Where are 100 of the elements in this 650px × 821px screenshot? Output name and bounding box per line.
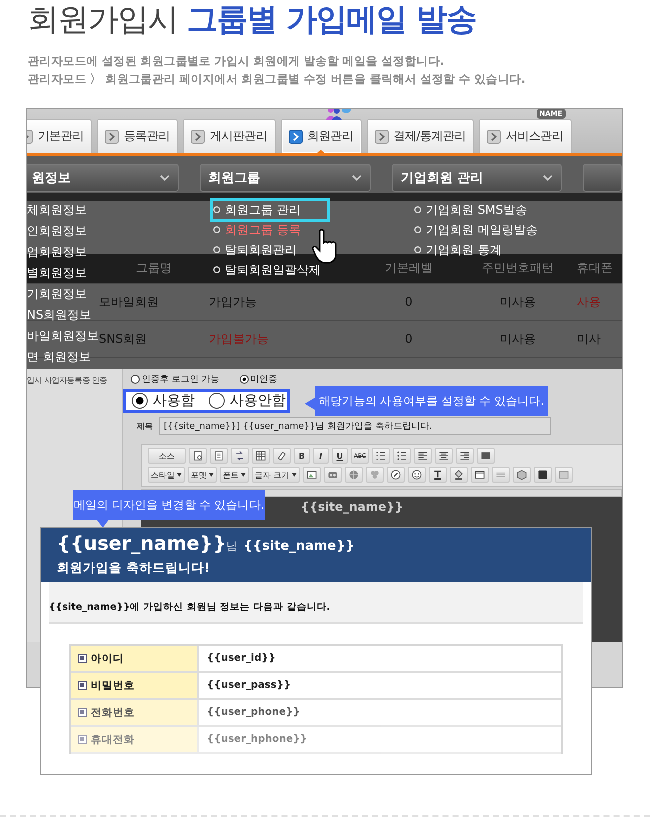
bold-button[interactable]: B [294,448,310,464]
table-cell-text: 미사용 [499,330,537,348]
numbered-list-icon[interactable] [372,448,390,464]
table-icon[interactable] [470,467,489,483]
label-text: 아이디 [91,652,124,666]
menu-item[interactable]: 면 회원정보 [27,348,99,366]
film-icon[interactable] [324,467,342,483]
field-label: 입시 사업자등록증 인증 [27,375,108,386]
table-cell-text: 가입가능 [209,294,258,310]
chevron-icon [487,130,502,144]
tooltip-text: 해당기능의 사용여부를 설정할 수 있습니다. [318,394,544,408]
description-text: 관리자모드 〉 회원그룹관리 페이지에서 회원그룹별 수정 버튼을 클릭해서 설정할 수 있습니다. [28,71,526,88]
menu-item[interactable]: 바일회원정보 [27,327,99,345]
field-value: {{user_id}} [206,652,277,666]
column-header: 기본레벨 [384,260,434,277]
field-value: {{user_pass}} [206,679,292,693]
align-right-icon[interactable] [456,448,474,464]
globe-icon[interactable] [344,467,363,483]
table-cell-text: 미사용 [499,294,537,310]
email-greeting: 회원가입을 축하드립니다! [57,559,212,577]
caret-icon [292,473,297,477]
menu-item[interactable]: 별회원정보 [27,264,99,282]
field-label: 제목 [137,420,153,432]
chevron-icon [288,130,302,144]
justify-icon[interactable] [477,448,496,464]
caret-icon [177,473,182,477]
chevron-icon [374,130,388,144]
table-cell-text: 0 [404,295,414,309]
underline-button[interactable]: U [332,448,348,464]
tab[interactable]: 결제/통계관리 [366,119,474,153]
field-value: {{user_phone}} [206,706,302,720]
square-bullet-icon [78,681,87,690]
people-icon [326,109,352,120]
label-text: 전화번호 [91,706,135,720]
smiley-icon[interactable] [408,467,426,483]
table-cell-text: 미사 [577,330,602,348]
tab[interactable]: 등록관리 [97,119,178,153]
text-color-icon[interactable] [428,467,447,483]
square-mark-icon[interactable] [534,467,552,483]
menu-item[interactable]: 기회원정보 [27,285,99,303]
subject-field[interactable]: [{{site_name}}] {{user_name}}님 회원가입을 축하드립니다. [159,417,551,435]
font-dropdown[interactable]: 폰트 [220,467,249,483]
column-header: 그룹명 [135,260,173,277]
menu-item[interactable]: 인회원정보 [27,222,99,240]
menu-dropdown[interactable]: 회원그룹 [200,164,371,192]
table-cell-text: 모바일회원 [99,294,160,310]
source-button[interactable]: 소스 [148,448,186,464]
caret-icon [209,473,214,477]
tab[interactable]: 게시판관리 [183,119,276,153]
swap-icon[interactable] [231,448,249,464]
table-cell-text: 사용 [577,294,602,310]
tab[interactable]: 회원관리 [280,119,362,153]
image-icon[interactable] [302,467,321,483]
editor-text: {{site_name}} [301,500,405,514]
square-bullet-icon [78,654,87,663]
font-size-dropdown[interactable]: 글자 크기 [252,467,300,483]
intro-text: {{site_name}}에 가입하신 회원님 정보는 다음과 같습니다. [49,601,330,614]
caret-icon [241,473,246,477]
column-header: 주민번호패턴 [481,260,555,277]
menu-dropdown[interactable]: 기업회원 관리 [392,164,562,192]
menu-dropdown[interactable]: 원정보 [27,164,179,192]
radio-button[interactable]: 미인증 [240,372,278,386]
radio-button[interactable]: 사용안함 [209,392,286,410]
caret-icon [352,174,362,182]
radio-button[interactable]: 인증후 로그인 가능 [131,372,220,386]
preview-icon[interactable] [189,448,207,464]
square-bullet-icon [78,708,87,717]
table-cell-text: SNS회원 [99,330,148,348]
menu-item[interactable]: NS회원정보 [27,306,99,324]
column-header: 휴대폰 [577,260,614,277]
field-value: {{user_hphone}} [206,733,308,747]
label-text: 휴대전화 [91,732,135,746]
cube-icon[interactable] [512,467,531,483]
table-cell-text: 가입불가능 [209,330,270,348]
email-title: {{user_name}}님 {{site_name}} [57,532,356,557]
tab[interactable]: 기본관리 [27,119,92,153]
style-dropdown[interactable]: 스타일 [148,467,185,483]
eraser-icon[interactable] [273,448,291,464]
table-cell-text: 0 [404,332,414,346]
caret-icon [160,174,170,182]
page-title: 회원가입시 그룹별 가입메일 발송 [28,1,478,40]
format-dropdown[interactable]: 포맷 [188,467,217,483]
chevron-icon [191,130,205,144]
menu-item[interactable]: 체회원정보 [27,201,99,219]
description-text: 관리자모드에 설정된 회원그룹별로 가입시 회원에게 발송할 메일을 설정합니다. [28,53,446,70]
chevron-icon [105,130,119,144]
caret-icon [543,174,554,182]
align-center-icon[interactable] [435,448,454,464]
align-left-icon[interactable] [414,448,432,464]
document-icon[interactable] [210,448,228,464]
menu-item[interactable]: 업회원정보 [27,243,99,261]
radio-button[interactable]: 사용함 [132,392,195,410]
bullet-list-icon[interactable] [393,448,412,464]
tooltip-text: 메일의 디자인을 변경할 수 있습니다. [74,498,264,512]
square-bullet-icon [78,735,87,744]
tab[interactable]: 서비스관리 [479,119,572,153]
compass-icon[interactable] [386,467,405,483]
italic-button[interactable]: I [313,448,329,464]
grid-icon[interactable] [252,448,270,464]
paint-bucket-icon[interactable] [450,467,468,483]
